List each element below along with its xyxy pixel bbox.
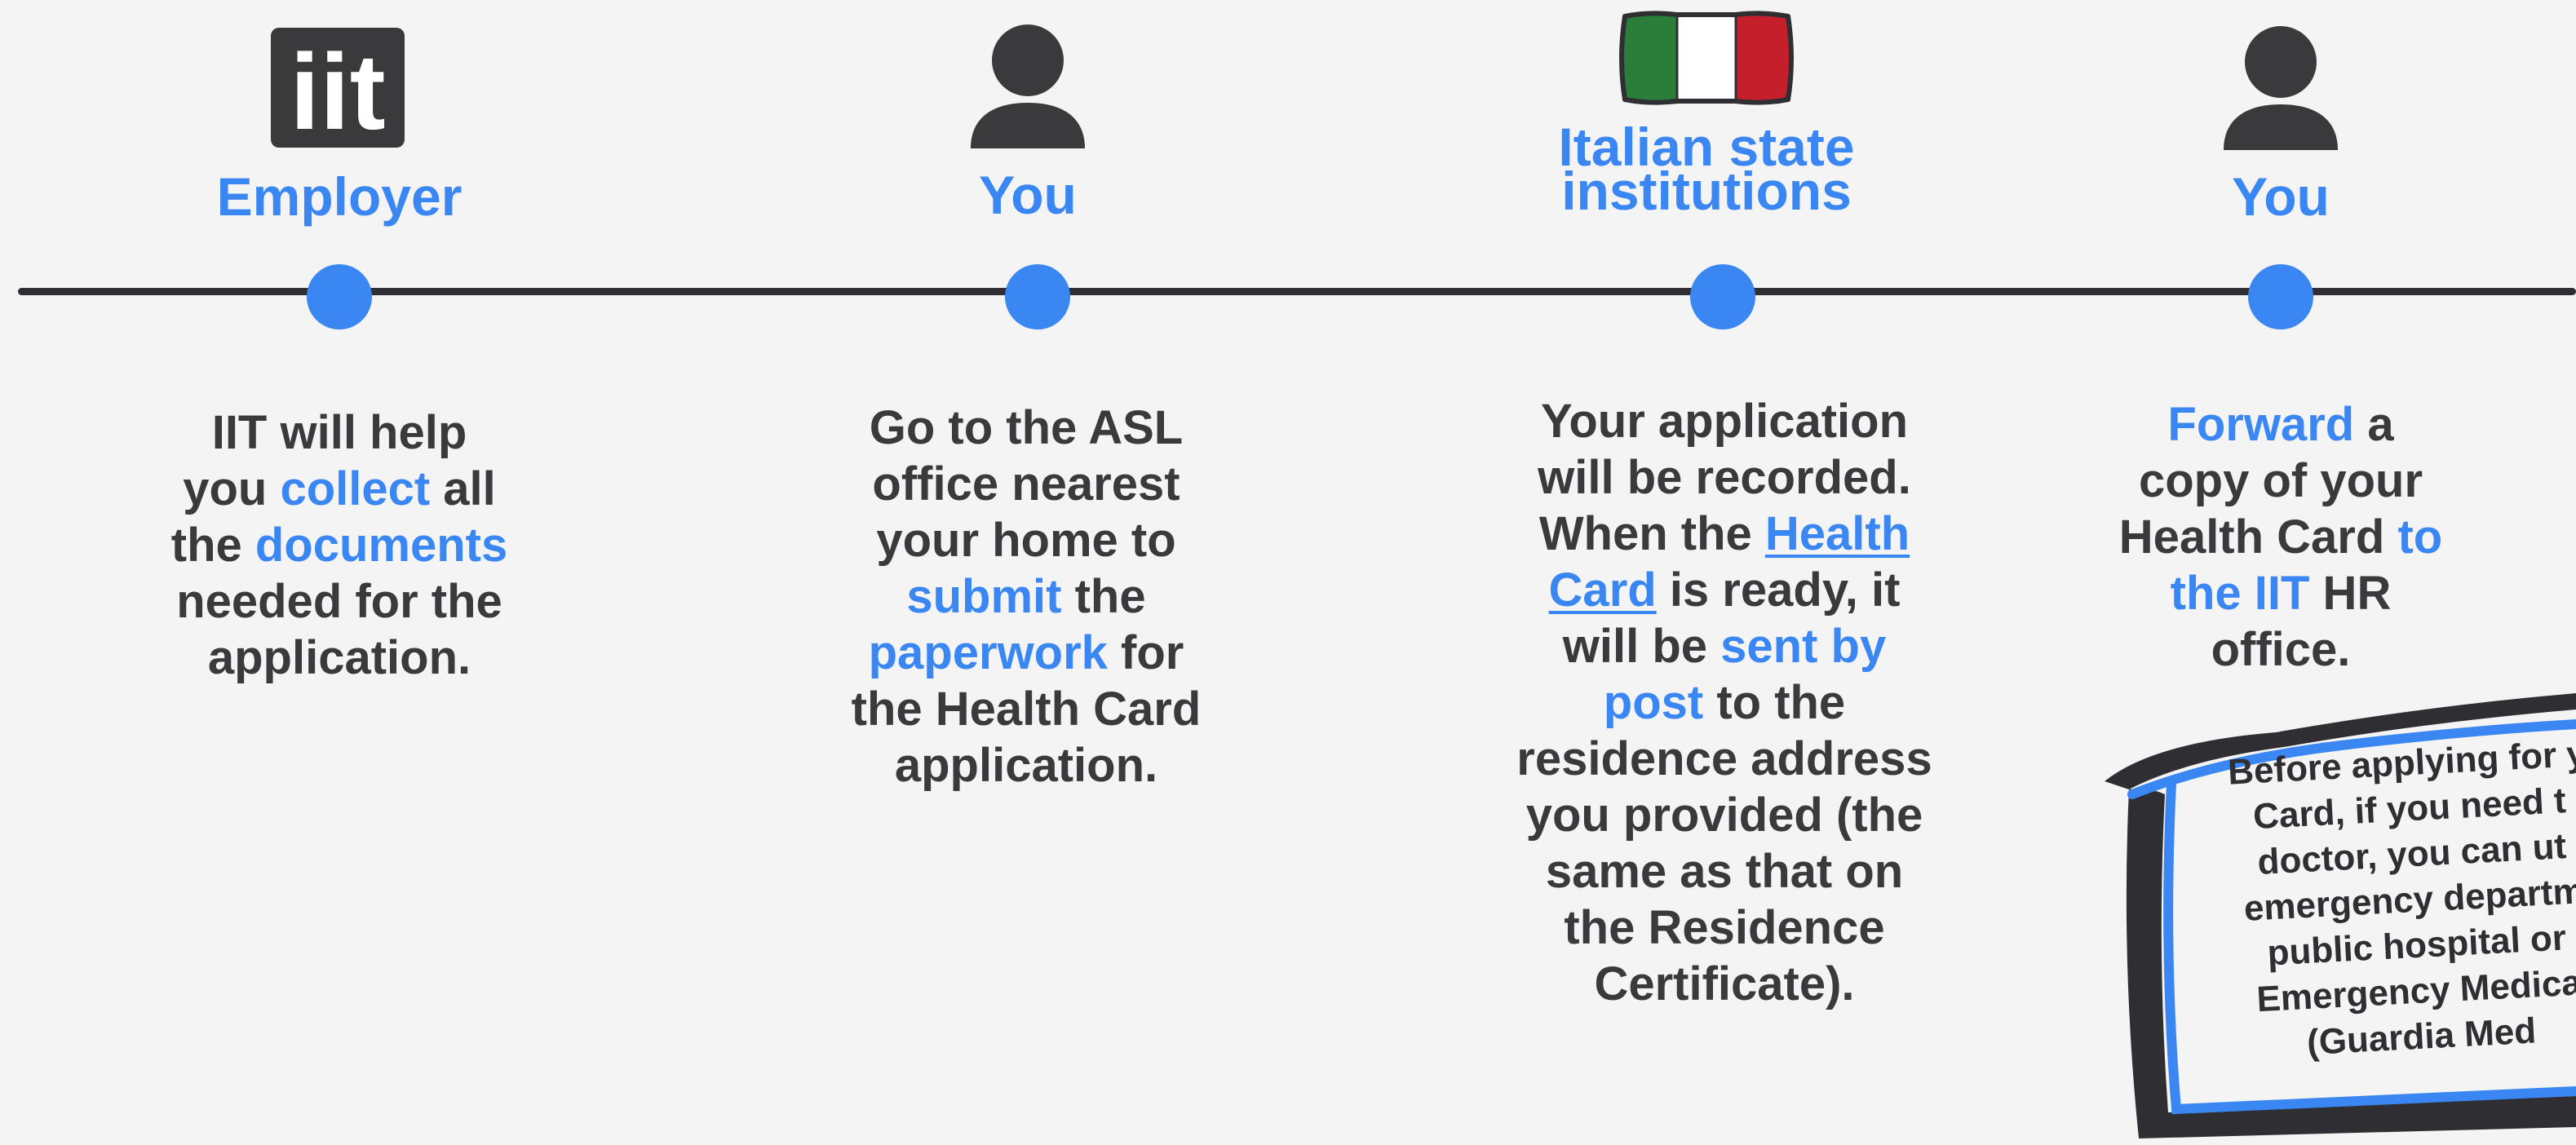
- desc-line: application.: [894, 739, 1158, 792]
- timeline-node-2: [1005, 264, 1070, 329]
- timeline-node-4: [2248, 264, 2313, 329]
- desc-line: Card is ready, it: [1548, 564, 1901, 617]
- role-you: You: [2232, 166, 2330, 227]
- desc-line: your home to: [876, 514, 1176, 567]
- desc-line: Your application: [1540, 395, 1909, 448]
- desc-line: residence address: [1516, 732, 1932, 785]
- desc-line: the Health Card: [851, 683, 1202, 736]
- role-line: institutions: [1561, 161, 1852, 221]
- iit-logo-text: iit: [290, 32, 385, 148]
- role-employer: Employer: [216, 166, 463, 227]
- step-3-description: Your application will be recorded. When …: [1496, 393, 1953, 1012]
- iit-logo-icon: iit: [271, 28, 405, 152]
- person-icon: [971, 24, 1085, 148]
- desc-line: office.: [2211, 623, 2351, 676]
- desc-line: submit the: [906, 570, 1146, 623]
- desc-line: you provided (the: [1525, 789, 1923, 842]
- role-you: You: [979, 165, 1077, 225]
- note-text: Before applying for y Card, if you need …: [2145, 727, 2576, 1074]
- person-icon: [2224, 26, 2338, 150]
- timeline-node-3: [1690, 264, 1755, 329]
- desc-line: Forward a: [2167, 398, 2394, 451]
- desc-line: application.: [207, 631, 471, 684]
- step-1-description: IIT will help you collect all the docume…: [127, 405, 551, 686]
- desc-line: copy of your: [2138, 454, 2423, 507]
- desc-line: the Residence: [1564, 901, 1885, 954]
- desc-line: will be recorded.: [1538, 451, 1911, 504]
- desc-line: Go to the ASL: [869, 401, 1184, 454]
- desc-line: Health Card to: [2118, 511, 2443, 564]
- desc-line: will be sent by: [1562, 620, 1887, 673]
- desc-line: same as that on: [1545, 845, 1904, 898]
- desc-line: the IIT HR: [2170, 567, 2392, 620]
- timeline-node-1: [307, 264, 372, 329]
- desc-line: paperwork for: [868, 626, 1184, 679]
- desc-line: When the Health: [1538, 507, 1910, 560]
- desc-line: office nearest: [872, 458, 1180, 511]
- desc-line: IIT will help: [211, 406, 467, 459]
- desc-line: post to the: [1603, 676, 1846, 729]
- desc-line: the documents: [170, 519, 508, 572]
- role-italian-state-institutions: Italian state institutions: [1478, 119, 1935, 219]
- timeline-line: [18, 288, 2576, 295]
- step-2-description: Go to the ASL office nearest your home t…: [798, 400, 1255, 794]
- step-4-description: Forward a copy of your Health Card to th…: [2069, 396, 2493, 678]
- desc-line: needed for the: [176, 575, 502, 628]
- desc-line: you collect all: [183, 462, 496, 515]
- italian-flag-icon: [1617, 10, 1796, 106]
- desc-line: Certificate).: [1594, 957, 1855, 1010]
